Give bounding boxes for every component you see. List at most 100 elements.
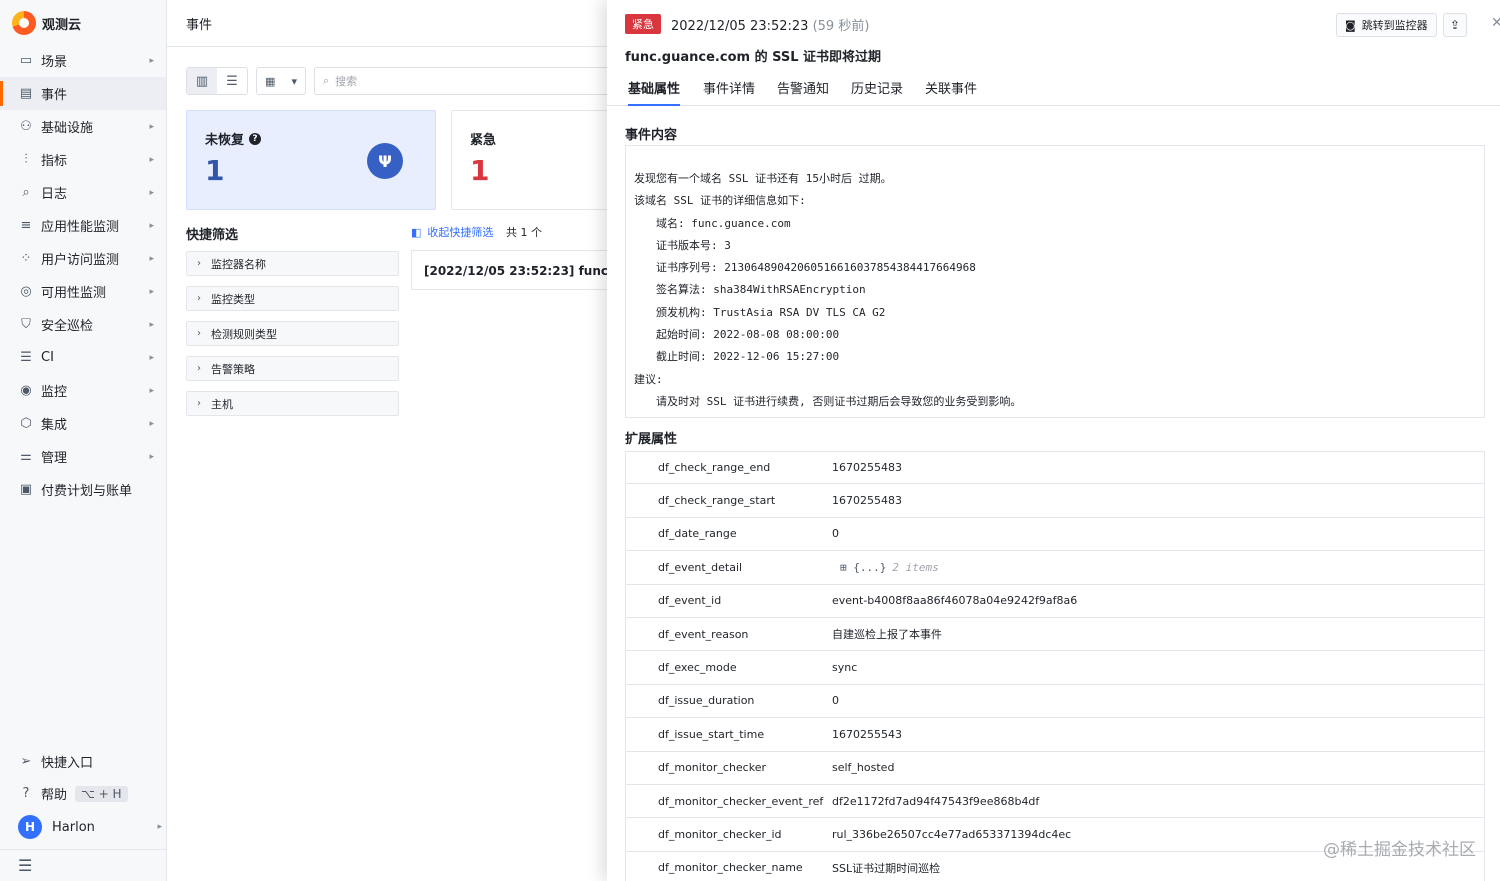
sidebar-item-label: 应用性能监测 xyxy=(41,220,120,235)
stat-card-unrecovered[interactable]: 未恢复 ? 1 Ψ xyxy=(186,110,436,210)
settings-sliders-icon: ⚌ xyxy=(20,449,32,464)
quick-filter-item[interactable]: › 监控器名称 xyxy=(186,251,399,276)
drawer-title: func.guance.com 的 SSL 证书即将过期 xyxy=(625,50,882,65)
content-line: 证书版本号: 3 xyxy=(656,238,731,252)
attr-value: 自建巡检上报了本事件 xyxy=(832,628,942,642)
search-input[interactable]: ⌕ 搜索 xyxy=(314,67,614,95)
attr-key: df_event_detail xyxy=(658,560,743,574)
rum-icon: ⁘ xyxy=(20,251,32,266)
send-icon: ➢ xyxy=(20,754,32,769)
sidebar-item[interactable]: ⚌ 管理 ▸ xyxy=(0,440,166,473)
quick-filter-item[interactable]: › 主机 xyxy=(186,391,399,416)
sidebar-item-label: 日志 xyxy=(41,187,68,202)
question-icon[interactable]: ? xyxy=(249,132,262,145)
sidebar-item[interactable]: ⌕ 日志 ▸ xyxy=(0,176,166,209)
timestamp-value: 2022/12/05 23:52:23 xyxy=(671,18,809,34)
attr-key: df_monitor_checker xyxy=(658,761,766,775)
quick-filter-item[interactable]: › 监控类型 xyxy=(186,286,399,311)
help-label: 帮助 xyxy=(41,788,68,803)
chevron-right-icon: › xyxy=(197,398,201,409)
tab[interactable]: 告警通知 xyxy=(777,78,829,106)
tab[interactable]: 关联事件 xyxy=(925,78,977,106)
event-count: 共 1 个 xyxy=(506,226,542,239)
content-line: 请及时对 SSL 证书进行续费, 否则证书过期后会导致您的业务受到影响。 xyxy=(656,394,1022,408)
filter-select[interactable]: ▦ ▾ xyxy=(256,67,306,95)
attr-key: df_check_range_end xyxy=(658,461,771,475)
attr-value: 0 xyxy=(832,694,839,708)
object-toggle[interactable]: ⊞ {...} xyxy=(840,561,886,574)
timestamp-relative: (59 秒前) xyxy=(812,18,870,34)
sidebar-item[interactable]: ⛉ 安全巡检 ▸ xyxy=(0,308,166,341)
sidebar-item[interactable]: ▭ 场景 ▸ xyxy=(0,44,166,77)
chevron-right-icon: ▸ xyxy=(149,154,154,165)
sidebar-item-label: 监控 xyxy=(41,385,68,400)
export-button[interactable]: ⇪ xyxy=(1443,13,1467,37)
search-icon: ⌕ xyxy=(323,74,330,87)
quick-filter-item[interactable]: › 告警策略 xyxy=(186,356,399,381)
sidebar-item-label: 场景 xyxy=(41,55,68,70)
content-line: 截止时间: 2022-12-06 15:27:00 xyxy=(656,350,840,364)
tab[interactable]: 事件详情 xyxy=(703,78,755,106)
filter-label: 告警策略 xyxy=(211,362,255,376)
divider xyxy=(0,849,166,850)
filter-label: 监控器名称 xyxy=(211,257,266,271)
calendar-icon: ▤ xyxy=(19,86,33,101)
sidebar-item-label: 基础设施 xyxy=(41,121,94,136)
content-section-title: 事件内容 xyxy=(625,128,678,143)
share-icon: ⇪ xyxy=(1449,18,1461,32)
sidebar-item[interactable]: ⫶ 指标 ▸ xyxy=(0,143,166,176)
log-search-icon: ⌕ xyxy=(22,185,30,200)
user-name: Harlon xyxy=(52,819,95,835)
sidebar-item[interactable]: ◎ 可用性监测 ▸ xyxy=(0,275,166,308)
sidebar-item[interactable]: ◉ 监控 ▸ xyxy=(0,374,166,407)
chevron-right-icon: ▸ xyxy=(157,822,162,832)
close-icon[interactable]: ✕ xyxy=(1491,15,1500,31)
sidebar-item[interactable]: ⬡ 集成 ▸ xyxy=(0,407,166,440)
shortcut-entry[interactable]: ➢ 快捷入口 xyxy=(18,752,93,771)
jump-button-label: 跳转到监控器 xyxy=(1361,19,1428,32)
chevron-right-icon: ▸ xyxy=(149,220,154,231)
collapse-filter-link[interactable]: ◧ 收起快捷筛选 xyxy=(411,224,493,240)
collapse-menu-icon[interactable]: ☰ xyxy=(18,856,32,875)
watermark: @稀土掘金技术社区 xyxy=(1323,840,1476,860)
chart-view-icon[interactable]: ▥ xyxy=(187,68,217,94)
attr-value: 0 xyxy=(832,527,839,541)
sidebar-item-label: 集成 xyxy=(41,418,68,433)
user-menu[interactable]: H Harlon ▸ xyxy=(18,815,162,839)
shield-icon: ⛉ xyxy=(21,317,31,332)
sidebar-item-label: 付费计划与账单 xyxy=(41,484,133,499)
chevron-right-icon: › xyxy=(197,328,201,339)
availability-icon: ◎ xyxy=(20,284,32,299)
ext-section-title: 扩展属性 xyxy=(625,432,678,447)
attr-value[interactable]: ⊞ {...} 2 items xyxy=(832,561,939,574)
attr-key: df_monitor_checker_event_ref xyxy=(658,794,824,808)
chevron-right-icon: ▸ xyxy=(149,319,154,330)
table-row: df_event_id event-b4008f8aa86f46078a04e92… xyxy=(625,584,1485,618)
sidebar-item[interactable]: ⁘ 用户访问监测 ▸ xyxy=(0,242,166,275)
attr-key: df_check_range_start xyxy=(658,494,776,508)
quick-filter-item[interactable]: › 检测规则类型 xyxy=(186,321,399,346)
help-entry[interactable]: ? 帮助 ⌥ + H xyxy=(18,784,128,803)
content-line: 证书序列号: 213064890420605166160378543844176… xyxy=(656,261,976,275)
sidebar-item[interactable]: ☰ CI ▸ xyxy=(0,341,166,374)
list-view-icon[interactable]: ☰ xyxy=(217,68,247,94)
sidebar-item[interactable]: ⚇ 基础设施 ▸ xyxy=(0,110,166,143)
tab[interactable]: 历史记录 xyxy=(851,78,903,106)
table-row: df_event_detail ⊞ {...} 2 items xyxy=(625,551,1485,585)
help-shortcut-key: ⌥ + H xyxy=(75,785,128,802)
app-logo[interactable]: 观测云 xyxy=(12,10,81,36)
content-line: 颁发机构: TrustAsia RSA DV TLS CA G2 xyxy=(656,305,886,319)
event-list-item[interactable]: [2022/12/05 23:52:23] func.guance.com 的 … xyxy=(411,250,611,290)
chevron-right-icon: ▸ xyxy=(149,253,154,264)
shortcut-label: 快捷入口 xyxy=(41,756,94,771)
jump-to-monitor-button[interactable]: ◙ 跳转到监控器 xyxy=(1336,13,1437,37)
drawer-header: 紧急 2022/12/05 23:52:23 (59 秒前) xyxy=(625,14,869,34)
sidebar-item[interactable]: ▣ 付费计划与账单 xyxy=(0,473,166,506)
app-name: 观测云 xyxy=(42,17,82,33)
attr-value: SSL证书过期时间巡检 xyxy=(832,861,941,875)
sidebar-item-label: 可用性监测 xyxy=(41,286,107,301)
sidebar-item[interactable]: ≡ 应用性能监测 ▸ xyxy=(0,209,166,242)
tab[interactable]: 基础属性 xyxy=(628,78,681,106)
content-line: 域名: func.guance.com xyxy=(656,216,791,230)
sidebar-item[interactable]: ▤ 事件 xyxy=(0,77,166,110)
